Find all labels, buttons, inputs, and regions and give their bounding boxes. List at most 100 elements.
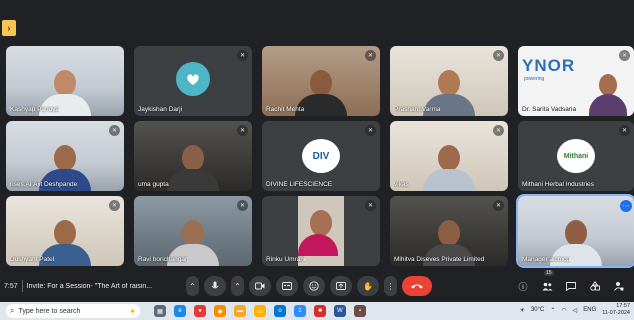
participant-tile[interactable]: DIV ✕ DIVINE LIFESCIENCE [262,121,380,191]
edge-icon[interactable]: e [174,305,186,317]
app-badge-icon[interactable]: › [2,20,16,36]
meet-screen: › Kashyap Pandya ✕ Jaykishan Darji ✕ Rac… [0,0,634,320]
meeting-side-actions: ⓘ 15 [516,270,626,296]
meeting-info-icon[interactable]: ⓘ [516,276,530,296]
reactions-button[interactable] [303,276,325,296]
participant-tile[interactable]: ✕ Mihitva Diseves Private Limited [390,196,508,266]
file-explorer-icon[interactable]: ▬ [234,305,246,317]
tray-chevron-icon[interactable]: ⌃ [550,307,555,314]
avatar [176,62,210,96]
present-button[interactable] [330,276,352,296]
participant-tile[interactable]: ✕ Rinku Umrani [262,196,380,266]
mic-off-icon: ✕ [237,125,248,136]
folder-icon[interactable]: ▭ [254,305,266,317]
more-options-icon[interactable]: ⋯ [620,200,632,212]
participant-name: Prashant Varma [394,106,441,113]
chrome-icon[interactable]: ◉ [214,305,226,317]
mic-off-icon: ✕ [493,200,504,211]
participant-name: Mithani Herbal Industries [522,181,594,188]
participant-tile[interactable]: ✕ Jaykishan Darji [134,46,252,116]
more-options-button[interactable]: ⋮ [384,276,397,296]
company-logo: YNOR [522,56,576,75]
participant-tile[interactable]: ✕ Prashant Varma [390,46,508,116]
leave-call-button[interactable] [402,276,432,296]
search-icon: ⌕ [10,306,15,315]
network-icon[interactable]: ◠ [561,307,566,314]
mic-off-icon: ✕ [237,200,248,211]
mic-off-icon: ✕ [619,125,630,136]
company-logo-text: Mithani [563,152,589,160]
divider [21,280,23,292]
meeting-time: 7:57 [4,282,18,290]
participant-video [423,145,475,191]
participant-name: Ravi borichangar [138,256,188,263]
mic-off-icon: ✕ [365,200,376,211]
chat-icon[interactable] [564,276,578,296]
participant-tile[interactable]: Kashyap Pandya [6,46,124,116]
end-call-icon [411,284,423,289]
mic-off-icon: ✕ [493,50,504,61]
camera-options-chevron-icon[interactable]: ⌃ [231,276,244,296]
mic-off-icon: ✕ [365,125,376,136]
microphone-icon [211,281,219,289]
word-icon[interactable]: W [334,305,346,317]
hand-icon: ✋ [363,281,373,291]
participant-video [589,74,628,116]
meeting-controls: ⌃ ⌃ ✋ ⋮ [186,276,432,296]
app-icon[interactable]: ■ [314,305,326,317]
captions-icon [282,282,292,290]
microphone-button[interactable] [204,276,226,296]
taskbar-search[interactable]: ⌕ Type here to search ✦ [6,304,140,318]
company-logo: Mithani [557,139,595,173]
participant-name: Kashyap Pandya [10,106,60,113]
participant-tile[interactable]: ✕ uma gupta [134,121,252,191]
participant-tile[interactable]: Mithani ✕ Mithani Herbal Industries [518,121,634,191]
camera-icon [255,282,265,290]
participant-name: Jaykishan Darji [138,106,183,113]
people-button[interactable]: 15 [540,270,554,296]
language-indicator[interactable]: ENG [583,307,596,313]
participant-grid: Kashyap Pandya ✕ Jaykishan Darji ✕ Rachi… [6,46,634,268]
participant-tile[interactable]: ✕ Rachit Mehta [262,46,380,116]
raise-hand-button[interactable]: ✋ [357,276,379,296]
participant-tile[interactable]: ✕ vikas [390,121,508,191]
participant-video [167,145,219,191]
mic-options-chevron-icon[interactable]: ⌃ [186,276,199,296]
mic-off-icon: ✕ [237,50,248,61]
mic-off-icon: ✕ [109,200,120,211]
volume-icon[interactable]: ◁ [573,307,578,314]
participant-tile[interactable]: ✕ rises.AI Ajit Deshpande [6,121,124,191]
shapes-icon [590,281,600,291]
host-controls-icon[interactable] [612,276,626,296]
task-view-icon[interactable]: ▦ [154,305,166,317]
participant-tile[interactable]: ⋯ Manager aicmcp [516,194,634,268]
mic-off-icon: ✕ [109,125,120,136]
camera-button[interactable] [249,276,271,296]
participant-tile[interactable]: ✕ Ravi borichangar [134,196,252,266]
search-placeholder: Type here to search [18,307,81,315]
participant-name: vikas [394,181,409,188]
chat-bubble-icon [566,281,576,291]
people-icon [542,282,552,290]
copilot-sparkle-icon: ✦ [129,306,136,316]
activities-icon[interactable] [588,276,602,296]
weather-temp: 30°C [530,307,545,313]
participant-name: Dushyant Patel [10,256,55,263]
people-count-badge: 15 [544,270,554,276]
captions-button[interactable] [276,276,298,296]
mic-off-icon: ✕ [493,125,504,136]
outlook-icon[interactable]: o [274,305,286,317]
participant-name: Dr. Sarita Vadsaria [522,106,577,113]
participant-tile[interactable]: ✕ Dushyant Patel [6,196,124,266]
heart-hand-icon [187,74,199,85]
participant-tile[interactable]: YNOR powering ✕ Dr. Sarita Vadsaria [518,46,634,116]
app-brown-icon[interactable]: ▪ [354,305,366,317]
participant-name: rises.AI Ajit Deshpande [10,181,78,188]
zoom-icon[interactable]: z [294,305,306,317]
app-red-icon[interactable]: ● [194,305,206,317]
weather-icon[interactable]: ☀ [520,307,525,314]
participant-name: Rinku Umrani [266,256,306,263]
taskbar-clock[interactable]: 17:57 11-07-2024 [602,303,630,317]
company-logo-text: DIV [312,150,330,162]
participant-name: Manager aicmcp [522,256,571,263]
